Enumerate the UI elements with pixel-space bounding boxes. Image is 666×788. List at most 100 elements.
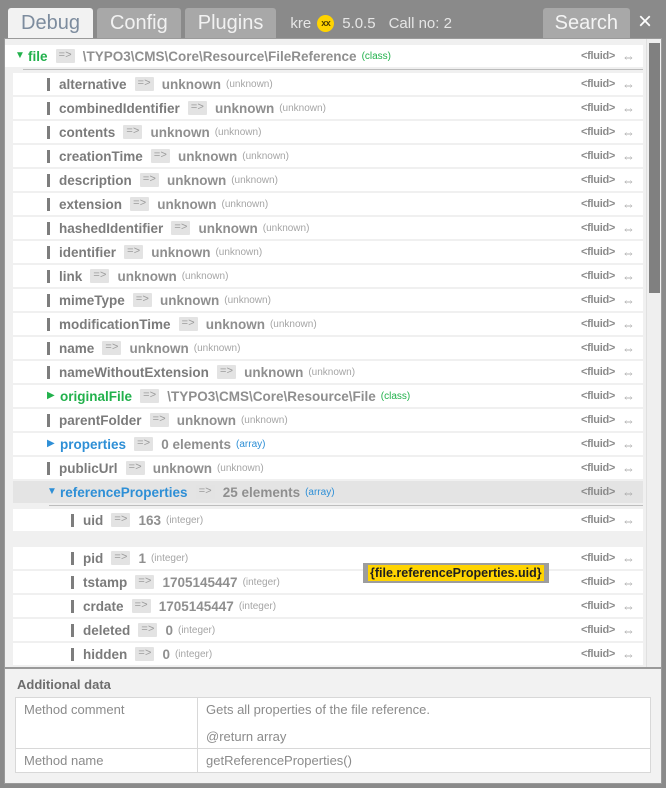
row-actions: <fluid> ⇔ <box>581 552 643 565</box>
copy-path-icon[interactable]: ⇔ <box>622 246 635 259</box>
copy-path-icon[interactable]: ⇔ <box>622 174 635 187</box>
scrollbar-thumb[interactable] <box>649 43 660 293</box>
copy-path-icon[interactable]: ⇔ <box>622 438 635 451</box>
tree-row[interactable]: contents => unknown (unknown) <fluid> ⇔ <box>13 121 643 143</box>
property-value: unknown <box>151 244 211 260</box>
copy-path-icon[interactable]: ⇔ <box>622 624 635 637</box>
debug-payload: ▼ file => \TYPO3\CMS\Core\Resource\FileRefe… <box>5 39 661 669</box>
fluid-tag[interactable]: <fluid> <box>581 198 615 210</box>
fluid-tag[interactable]: <fluid> <box>581 576 615 588</box>
fluid-tag[interactable]: <fluid> <box>581 102 615 114</box>
tree-row[interactable]: ▶ originalFile => \TYPO3\CMS\Core\Resource\… <box>13 385 643 407</box>
tree-row[interactable]: ▼ referenceProperties => 25 elements (array)… <box>13 481 643 503</box>
property-type: (unknown) <box>215 246 263 258</box>
property-value: 1705145447 <box>158 598 234 614</box>
tree-row[interactable]: hidden => 0 (integer) <fluid> ⇔ <box>13 643 643 665</box>
tree-row[interactable]: alternative => unknown (unknown) <fluid> ⇔ <box>13 73 643 95</box>
property-type: (unknown) <box>224 294 271 306</box>
property-key: name <box>59 340 95 356</box>
copy-path-icon[interactable]: ⇔ <box>622 648 635 661</box>
tree-row[interactable]: link => unknown (unknown) <fluid> ⇔ <box>13 265 643 287</box>
tree-row[interactable]: description => unknown (unknown) <fluid> ⇔ <box>13 169 643 191</box>
chevron-right-icon[interactable]: ▶ <box>47 391 59 401</box>
copy-path-icon[interactable]: ⇔ <box>622 78 635 91</box>
fluid-tag[interactable]: <fluid> <box>581 50 615 62</box>
copy-path-icon[interactable]: ⇔ <box>622 294 635 307</box>
tree-row[interactable]: nameWithoutExtension => unknown (unknown) <f… <box>13 361 643 383</box>
tab-config[interactable]: Config <box>96 8 181 38</box>
tree-row[interactable]: hashedIdentifier => unknown (unknown) <fluid… <box>13 217 643 239</box>
row-marker <box>47 77 50 91</box>
fluid-path-text: {file.referenceProperties.uid} <box>368 565 544 581</box>
fluid-tag[interactable]: <fluid> <box>581 552 615 564</box>
vertical-scrollbar[interactable] <box>646 39 661 667</box>
tree-row[interactable]: modificationTime => unknown (unknown) <fluid… <box>13 313 643 335</box>
tree-row[interactable]: parentFolder => unknown (unknown) <fluid> ⇔ <box>13 409 643 431</box>
fluid-tag[interactable]: <fluid> <box>581 462 615 474</box>
assign-arrow-icon: => <box>216 365 237 379</box>
fluid-tag[interactable]: <fluid> <box>581 150 615 162</box>
fluid-tag[interactable]: <fluid> <box>581 174 615 186</box>
tree-row[interactable]: combinedIdentifier => unknown (unknown) <flu… <box>13 97 643 119</box>
copy-path-icon[interactable]: ⇔ <box>622 50 635 63</box>
fluid-tag[interactable]: <fluid> <box>581 342 615 354</box>
row-marker <box>47 413 50 427</box>
fluid-tag[interactable]: <fluid> <box>581 514 615 526</box>
fluid-tag[interactable]: <fluid> <box>581 270 615 282</box>
fluid-tag[interactable]: <fluid> <box>581 486 615 498</box>
row-marker <box>71 551 74 565</box>
tree-row[interactable]: extension => unknown (unknown) <fluid> ⇔ <box>13 193 643 215</box>
tree-row[interactable]: publicUrl => unknown (unknown) <fluid> ⇔ <box>13 457 643 479</box>
fluid-tag[interactable]: <fluid> <box>581 294 615 306</box>
chevron-right-icon[interactable]: ▶ <box>47 439 59 449</box>
copy-path-icon[interactable]: ⇔ <box>622 102 635 115</box>
tree-row[interactable]: mimeType => unknown (unknown) <fluid> ⇔ <box>13 289 643 311</box>
copy-path-icon[interactable]: ⇔ <box>622 270 635 283</box>
fluid-tag[interactable]: <fluid> <box>581 438 615 450</box>
fluid-tag[interactable]: <fluid> <box>581 600 615 612</box>
fluid-tag[interactable]: <fluid> <box>581 222 615 234</box>
tree-row[interactable]: name => unknown (unknown) <fluid> ⇔ <box>13 337 643 359</box>
tree-row[interactable]: identifier => unknown (unknown) <fluid> ⇔ <box>13 241 643 263</box>
copy-path-icon[interactable]: ⇔ <box>622 390 635 403</box>
tab-plugins[interactable]: Plugins <box>184 8 277 38</box>
copy-path-icon[interactable]: ⇔ <box>622 342 635 355</box>
table-row: Method comment Gets all properties of the… <box>15 697 651 749</box>
copy-path-icon[interactable]: ⇔ <box>622 198 635 211</box>
fluid-tag[interactable]: <fluid> <box>581 366 615 378</box>
chevron-down-icon[interactable]: ▼ <box>47 487 59 497</box>
fluid-tag[interactable]: <fluid> <box>581 246 615 258</box>
copy-path-icon[interactable]: ⇔ <box>622 576 635 589</box>
fluid-tag[interactable]: <fluid> <box>581 414 615 426</box>
copy-path-icon[interactable]: ⇔ <box>622 126 635 139</box>
copy-path-icon[interactable]: ⇔ <box>622 318 635 331</box>
tree-row[interactable]: deleted => 0 (integer) <fluid> ⇔ <box>13 619 643 641</box>
fluid-tag[interactable]: <fluid> <box>581 390 615 402</box>
tab-debug[interactable]: Debug <box>8 8 93 38</box>
fluid-tag[interactable]: <fluid> <box>581 624 615 636</box>
copy-path-icon[interactable]: ⇔ <box>622 514 635 527</box>
close-icon[interactable]: × <box>630 8 660 38</box>
tree-row[interactable]: uid => 163 (integer) <fluid> ⇔ <box>13 509 643 531</box>
copy-path-icon[interactable]: ⇔ <box>622 414 635 427</box>
tree-row[interactable]: ▼ file => \TYPO3\CMS\Core\Resource\FileRefe… <box>5 45 643 67</box>
chevron-down-icon[interactable]: ▼ <box>15 51 27 61</box>
tree-row[interactable]: crdate => 1705145447 (integer) <fluid> ⇔ <box>13 595 643 617</box>
tree-row[interactable]: ▶ properties => 0 elements (array) <fluid> ⇔ <box>13 433 643 455</box>
assign-arrow-icon: => <box>55 49 75 63</box>
copy-path-icon[interactable]: ⇔ <box>622 486 635 499</box>
copy-path-icon[interactable]: ⇔ <box>622 150 635 163</box>
copy-path-icon[interactable]: ⇔ <box>622 366 635 379</box>
fluid-tag[interactable]: <fluid> <box>581 648 615 660</box>
copy-path-icon[interactable]: ⇔ <box>622 222 635 235</box>
search-button[interactable]: Search <box>542 8 630 38</box>
tree-row[interactable]: creationTime => unknown (unknown) <fluid> ⇔ <box>13 145 643 167</box>
property-value: \TYPO3\CMS\Core\Resource\File <box>167 388 376 404</box>
fluid-tag[interactable]: <fluid> <box>581 78 615 90</box>
fluid-tag[interactable]: <fluid> <box>581 318 615 330</box>
copy-path-icon[interactable]: ⇔ <box>622 600 635 613</box>
assign-arrow-icon: => <box>149 413 169 427</box>
fluid-tag[interactable]: <fluid> <box>581 126 615 138</box>
copy-path-icon[interactable]: ⇔ <box>622 462 635 475</box>
copy-path-icon[interactable]: ⇔ <box>622 552 635 565</box>
